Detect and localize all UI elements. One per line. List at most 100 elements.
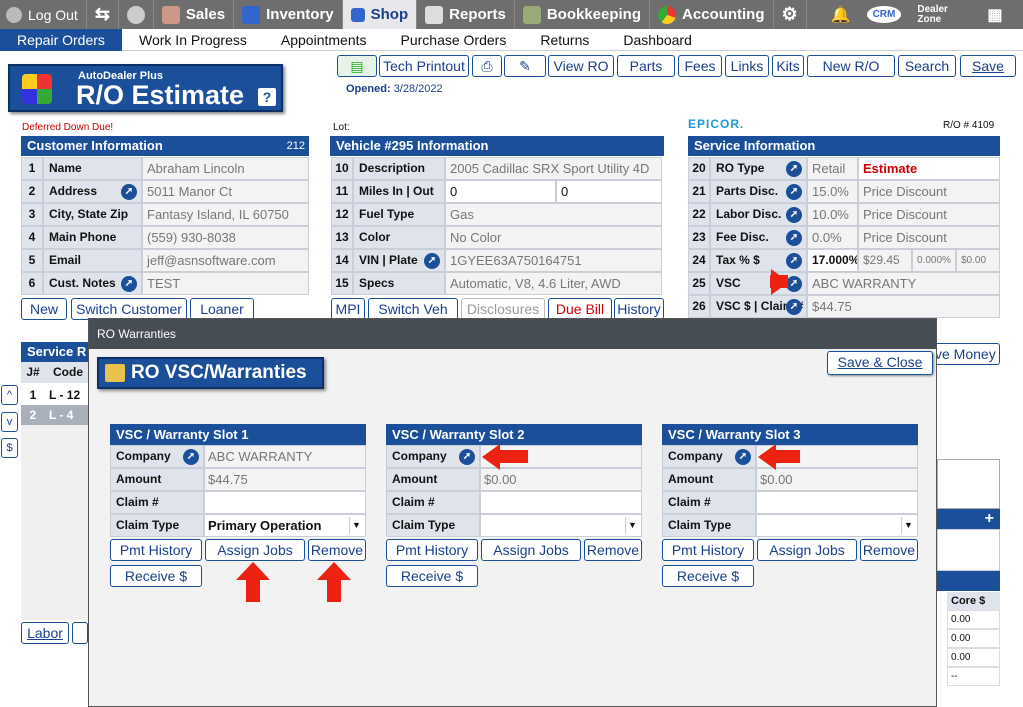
go-arrow-icon[interactable]: ➚ (459, 449, 475, 465)
service-field-value[interactable]: $44.75 (807, 295, 1000, 318)
go-arrow-icon[interactable]: ➚ (786, 230, 802, 246)
service-field-value[interactable]: ABC WARRANTY (807, 272, 1000, 295)
save-button[interactable]: Save (960, 55, 1016, 77)
assign-jobs-button[interactable]: Assign Jobs (205, 539, 305, 561)
logout-link[interactable]: Log Out (0, 0, 87, 29)
help-button[interactable]: ? (258, 88, 276, 106)
add-icon[interactable]: + (937, 509, 1000, 529)
view-ro-button[interactable]: View RO (548, 55, 614, 77)
new-ro-button[interactable]: New R/O (807, 55, 895, 77)
disclosures-button[interactable]: Disclosures (461, 298, 545, 320)
settings-icon[interactable]: ⚙ (774, 0, 807, 29)
save-close-button[interactable]: Save & Close (827, 351, 933, 375)
kits-button[interactable]: Kits (772, 55, 804, 77)
slot-claim-field[interactable] (204, 491, 366, 514)
go-arrow-icon[interactable]: ➚ (735, 449, 751, 465)
nav-sales[interactable]: Sales (154, 0, 235, 29)
remove-button[interactable]: Remove (584, 539, 642, 561)
nav-accounting[interactable]: Accounting (650, 0, 774, 29)
dealer-zone-button[interactable]: Dealer Zone (909, 0, 979, 29)
go-arrow-icon[interactable]: ➚ (786, 253, 802, 269)
tab-appointments[interactable]: Appointments (264, 29, 384, 51)
slot-claim-field[interactable] (480, 491, 642, 514)
search-button[interactable]: Search (898, 55, 956, 77)
vehicle-field-value[interactable]: Gas (445, 203, 662, 226)
assign-jobs-button[interactable]: Assign Jobs (757, 539, 857, 561)
pmt-history-button[interactable]: Pmt History (662, 539, 754, 561)
customer-field-value[interactable]: Fantasy Island, IL 60750 (142, 203, 309, 226)
tab-repair-orders[interactable]: Repair Orders (0, 28, 122, 51)
miles-in-field[interactable]: 0 (445, 180, 556, 203)
move-down-button[interactable]: v (1, 412, 18, 432)
bell-icon[interactable]: 🔔 (823, 0, 859, 29)
nav-inventory[interactable]: Inventory (234, 0, 343, 29)
go-arrow-icon[interactable]: ➚ (183, 449, 199, 465)
switch-customer-button[interactable]: Switch Customer (71, 298, 187, 320)
remove-button[interactable]: Remove (308, 539, 366, 561)
slot-claim_type-field[interactable]: ▼ (480, 514, 642, 537)
service-field-value-2[interactable]: Price Discount (858, 226, 1000, 249)
slot-claim_type-field[interactable]: ▼ (756, 514, 918, 537)
receive-button[interactable]: Receive $ (386, 565, 478, 587)
slot-amount-field[interactable]: $0.00 (480, 468, 642, 491)
slot-amount-field[interactable]: $44.75 (204, 468, 366, 491)
nav-bookkeeping[interactable]: Bookkeeping (515, 0, 651, 29)
vehicle-field-value[interactable]: 1GYEE63A750164751 (445, 249, 662, 272)
loaner-button[interactable]: Loaner (190, 298, 254, 320)
slot-company-field[interactable]: ABC WARRANTY (204, 445, 366, 468)
tab-returns[interactable]: Returns (523, 29, 606, 51)
go-arrow-icon[interactable]: ➚ (786, 161, 802, 177)
slot-claim-field[interactable] (756, 491, 918, 514)
mpi-button[interactable]: MPI (331, 298, 365, 320)
move-up-button[interactable]: ^ (1, 385, 18, 405)
chevron-down-icon[interactable]: ▼ (901, 517, 915, 534)
parts-button[interactable]: Parts (617, 55, 675, 77)
service-field-value-2[interactable]: Price Discount (858, 180, 1000, 203)
remove-button[interactable]: Remove (860, 539, 918, 561)
p-button[interactable] (72, 622, 88, 644)
slot-amount-field[interactable]: $0.00 (756, 468, 918, 491)
new-customer-button[interactable]: New (21, 298, 67, 320)
links-button[interactable]: Links (725, 55, 769, 77)
nav-reports[interactable]: Reports (417, 0, 515, 29)
miles-out-field[interactable]: 0 (556, 180, 662, 203)
service-field-value[interactable]: Retail (807, 157, 858, 180)
history-button[interactable]: History (614, 298, 664, 320)
chevron-down-icon[interactable]: ▼ (625, 517, 639, 534)
nav-shop[interactable]: Shop (342, 0, 418, 29)
due-bill-button[interactable]: Due Bill (548, 298, 612, 320)
customer-field-value[interactable]: 5011 Manor Ct (142, 180, 309, 203)
go-arrow-icon[interactable]: ➚ (121, 276, 137, 292)
user-icon[interactable] (119, 0, 154, 29)
sign-icon[interactable]: ✎ (504, 55, 546, 77)
tab-work-in-progress[interactable]: Work In Progress (122, 29, 264, 51)
vehicle-field-value[interactable]: Automatic, V8, 4.6 Liter, AWD (445, 272, 662, 295)
service-field-value[interactable]: 0.0% (807, 226, 858, 249)
service-field-value[interactable]: 10.0% (807, 203, 858, 226)
service-field-value-2[interactable]: Estimate (858, 157, 1000, 180)
go-arrow-icon[interactable]: ➚ (121, 184, 137, 200)
go-arrow-icon[interactable]: ➚ (786, 299, 802, 315)
tab-purchase-orders[interactable]: Purchase Orders (384, 29, 524, 51)
crm-button[interactable]: CRM (859, 0, 910, 29)
fees-button[interactable]: Fees (678, 55, 722, 77)
table-row[interactable]: 1L - 12 (21, 385, 89, 405)
assign-jobs-button[interactable]: Assign Jobs (481, 539, 581, 561)
table-row[interactable]: 2L - 4 (21, 405, 89, 425)
receive-button[interactable]: Receive $ (110, 565, 202, 587)
customer-field-value[interactable]: jeff@asnsoftware.com (142, 249, 309, 272)
customer-field-value[interactable]: (559) 930-8038 (142, 226, 309, 249)
go-arrow-icon[interactable]: ➚ (424, 253, 440, 269)
receive-button[interactable]: Receive $ (662, 565, 754, 587)
tech-printout-button[interactable]: Tech Printout (379, 55, 469, 77)
customer-field-value[interactable]: Abraham Lincoln (142, 157, 309, 180)
tab-dashboard[interactable]: Dashboard (606, 29, 709, 51)
labor-button[interactable]: Labor (21, 622, 69, 644)
service-field-value-2[interactable]: Price Discount (858, 203, 1000, 226)
nav-arrows[interactable]: ⇆ (87, 0, 119, 29)
switch-vehicle-button[interactable]: Switch Veh (368, 298, 458, 320)
calculator-icon[interactable]: ▦ (979, 0, 1010, 29)
tax-percent[interactable]: 17.000% (807, 249, 858, 272)
pmt-history-button[interactable]: Pmt History (110, 539, 202, 561)
go-arrow-icon[interactable]: ➚ (786, 184, 802, 200)
